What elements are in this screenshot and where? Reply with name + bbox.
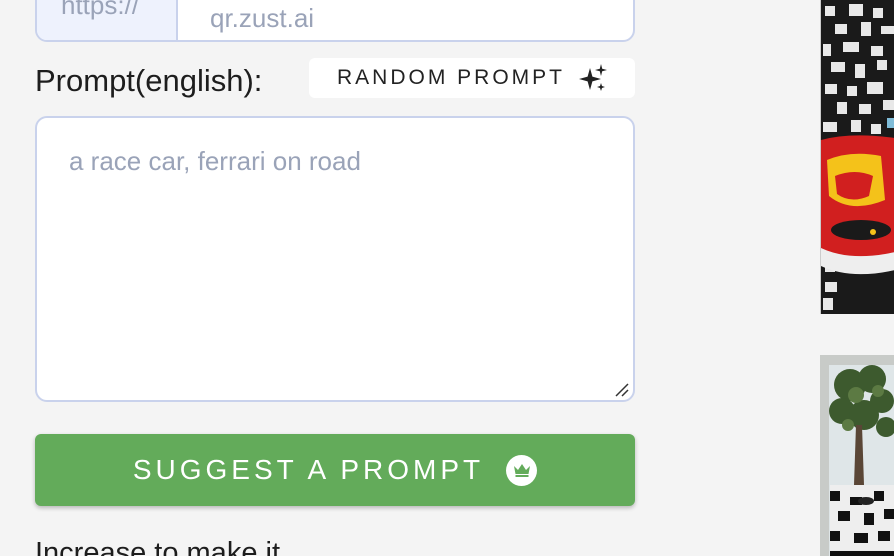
section-heading: Increase to make it xyxy=(35,537,280,556)
qr-preview-race-car[interactable] xyxy=(820,0,894,314)
resize-handle-icon[interactable] xyxy=(613,381,631,399)
prompt-textarea[interactable] xyxy=(35,116,635,402)
qr-generator-form: https:// Prompt(english): RANDOM PROMPT … xyxy=(0,0,894,556)
url-prefix: https:// xyxy=(37,0,178,40)
url-input[interactable] xyxy=(178,0,633,40)
crown-icon xyxy=(506,454,538,486)
qr-preview-tree[interactable] xyxy=(820,355,894,556)
random-prompt-label: RANDOM PROMPT xyxy=(337,66,565,89)
suggest-prompt-button[interactable]: SUGGEST A PROMPT xyxy=(35,434,635,506)
prompt-label: Prompt(english): xyxy=(35,63,263,98)
suggest-prompt-label: SUGGEST A PROMPT xyxy=(132,454,485,485)
url-field-group: https:// xyxy=(35,0,635,42)
random-prompt-button[interactable]: RANDOM PROMPT xyxy=(309,58,635,98)
sparkles-icon xyxy=(579,64,607,92)
